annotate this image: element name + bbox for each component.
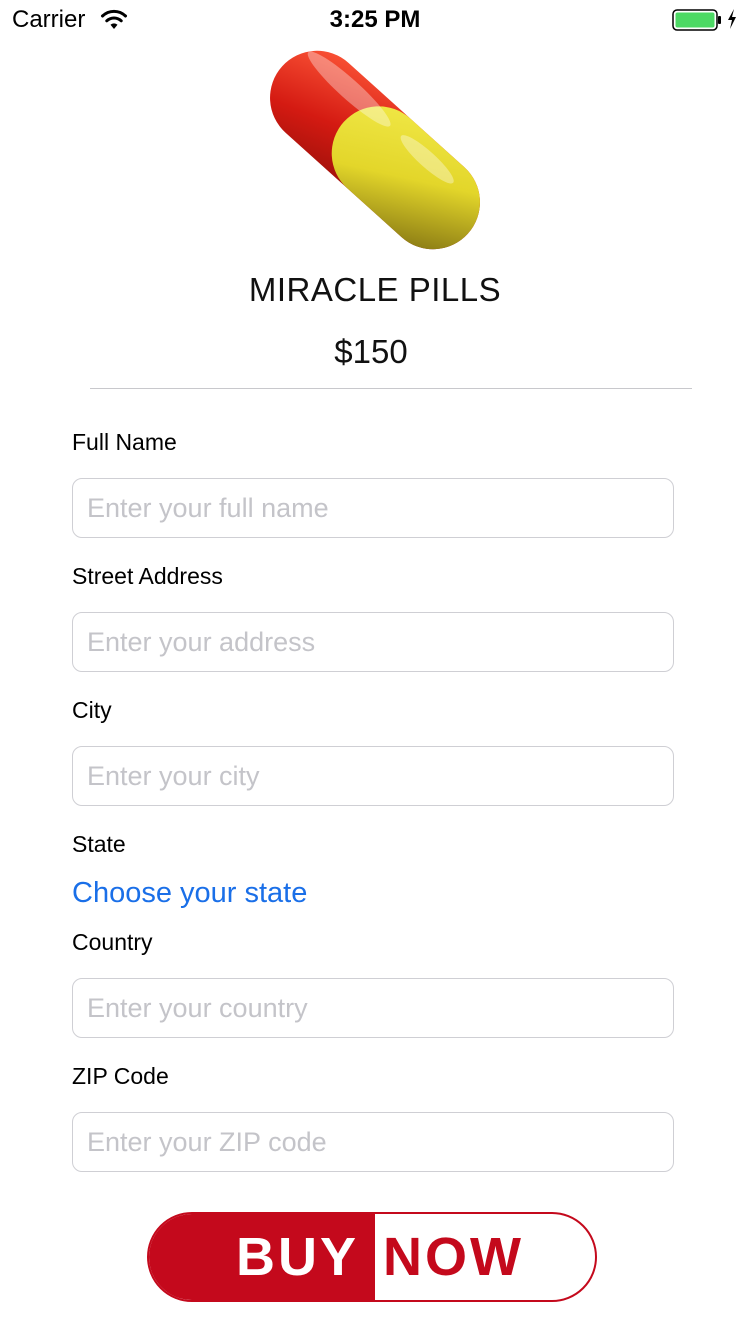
zip-code-label: ZIP Code	[72, 1063, 169, 1089]
zip-code-input[interactable]	[72, 1112, 674, 1172]
buy-now-button[interactable]: BUY NOW	[147, 1212, 597, 1302]
full-name-input[interactable]	[72, 478, 674, 538]
street-address-input[interactable]	[72, 612, 674, 672]
charging-bolt-icon	[728, 9, 736, 29]
full-name-label: Full Name	[72, 429, 177, 455]
state-label: State	[72, 831, 126, 857]
product-name: MIRACLE PILLS	[248, 271, 502, 308]
country-input[interactable]	[72, 978, 674, 1038]
choose-state-link[interactable]: Choose your state	[72, 874, 307, 912]
buy-label: BUY	[235, 1227, 359, 1287]
now-label: NOW	[383, 1227, 524, 1287]
street-address-label: Street Address	[72, 563, 223, 589]
city-input[interactable]	[72, 746, 674, 806]
divider	[90, 388, 692, 389]
buy-button-left-half: BUY	[149, 1214, 375, 1300]
country-label: Country	[72, 929, 153, 955]
product-price: $150	[334, 333, 408, 370]
checkout-screen: Carrier 3:25 PM MIRACLE PILLS $150 Full …	[0, 0, 750, 1334]
battery-icon	[672, 9, 721, 31]
pill-capsule-icon	[270, 50, 480, 250]
buy-button-right-half: NOW	[375, 1214, 595, 1300]
status-bar: Carrier 3:25 PM	[0, 0, 750, 40]
status-time: 3:25 PM	[329, 6, 421, 33]
city-label: City	[72, 697, 112, 723]
